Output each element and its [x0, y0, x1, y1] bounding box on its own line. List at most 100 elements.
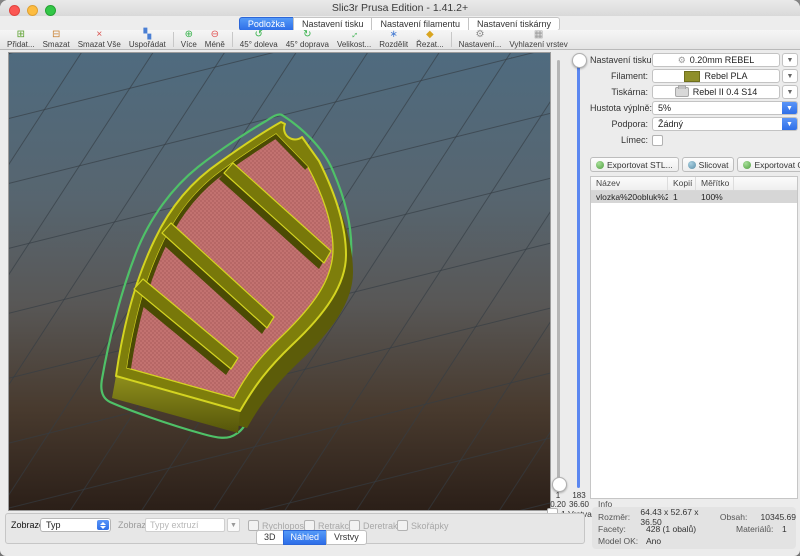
brim-checkbox[interactable]	[652, 135, 663, 146]
support-label: Podpora:	[590, 119, 648, 129]
print-profile-icon: ⚙	[678, 56, 686, 65]
layer-slider-min-track[interactable]	[557, 60, 560, 488]
fewer-copies-icon: ⊖	[211, 30, 219, 39]
filament-value: Rebel PLA	[704, 71, 747, 81]
filament-color-swatch	[684, 71, 700, 82]
facets-value: 428 (1 obalů)	[646, 524, 736, 534]
mode-tab-3d[interactable]: 3D	[256, 530, 284, 545]
brim-label: Límec:	[590, 135, 648, 145]
app-window: Slic3r Prusa Edition - 1.41.2+ Podložka …	[0, 0, 800, 556]
materials-value: 1	[782, 524, 796, 534]
layer-slider-max-track[interactable]	[577, 60, 580, 488]
view-mode-select[interactable]: Typ	[40, 518, 111, 532]
printer-select[interactable]: Rebel II 0.4 S14	[652, 85, 780, 99]
fewer-copies-button[interactable]: ⊖ Méně	[201, 30, 229, 49]
scale-button[interactable]: ↔ Velikost...	[333, 30, 375, 49]
rotate-right-45-button[interactable]: ↻ 45° doprava	[282, 30, 333, 49]
export-gcode-icon	[743, 161, 751, 169]
chevron-down-icon[interactable]: ▼	[782, 118, 797, 130]
toolbar: ⊞ Přidat... ⊟ Smazat × Smazat Vše ▚ Uspo…	[0, 30, 800, 50]
layer-slider-min-thumb[interactable]	[552, 477, 567, 492]
infill-label: Hustota výplně:	[590, 103, 648, 113]
delete-all-button[interactable]: × Smazat Vše	[74, 30, 125, 49]
volume-value: 10345.69	[761, 512, 796, 522]
slice-button[interactable]: Slicovat	[682, 157, 735, 172]
cut-button[interactable]: ◆ Řezat...	[412, 30, 448, 49]
print-settings-value: 0.20mm REBEL	[690, 55, 755, 65]
settings-panel: Nastavení tisku: ⚙ 0.20mm REBEL ▼ Filame…	[590, 50, 798, 556]
more-copies-button[interactable]: ⊕ Více	[177, 30, 201, 49]
table-header: Název Kopií Měřítko	[591, 177, 797, 191]
split-button[interactable]: ∗ Rozdělit	[375, 30, 412, 49]
extrusion-type-combo[interactable]: Typy extruzí	[145, 518, 225, 532]
materials-label: Materiálů:	[736, 524, 782, 534]
chevron-down-icon: ▼	[787, 73, 794, 80]
sliced-model-preview	[9, 53, 550, 510]
infill-value: 5%	[658, 103, 671, 113]
delete-button[interactable]: ⊟ Smazat	[39, 30, 74, 49]
add-button[interactable]: ⊞ Přidat...	[3, 30, 39, 49]
split-icon: ∗	[389, 30, 397, 39]
layer-slider-max-thumb[interactable]	[572, 53, 587, 68]
toolbar-separator	[173, 32, 174, 47]
column-header-scale[interactable]: Měřítko	[696, 177, 734, 190]
tab-plater[interactable]: Podložka	[239, 17, 294, 31]
filament-dropdown-button[interactable]: ▼	[782, 69, 798, 83]
column-header-copies[interactable]: Kopií	[668, 177, 696, 190]
mode-tab-preview[interactable]: Náhled	[283, 530, 328, 545]
view-mode-value: Typ	[46, 520, 61, 530]
chevron-down-icon: ▼	[230, 522, 237, 529]
column-header-name[interactable]: Název	[591, 177, 668, 190]
shells-checkbox[interactable]: Skořápky	[397, 520, 449, 531]
size-label: Rozměr:	[598, 512, 640, 522]
window-title: Slic3r Prusa Edition - 1.41.2+	[0, 2, 800, 14]
3d-viewport[interactable]	[8, 52, 551, 511]
rotate-left-45-button[interactable]: ↺ 45° doleva	[236, 30, 282, 49]
settings-button[interactable]: ⚙ Nastavení...	[455, 30, 506, 49]
object-scale-cell: 100%	[696, 192, 734, 202]
print-settings-dropdown-button[interactable]: ▼	[782, 53, 798, 67]
model-ok-label: Model OK:	[598, 536, 646, 546]
arrange-button[interactable]: ▚ Uspořádat	[125, 30, 170, 49]
print-settings-label: Nastavení tisku:	[590, 55, 648, 65]
view-mode-segmented-control: 3D Náhled Vrstvy	[257, 530, 367, 545]
filament-label: Filament:	[590, 71, 648, 81]
titlebar: Slic3r Prusa Edition - 1.41.2+	[0, 0, 800, 16]
volume-label: Obsah:	[720, 512, 761, 522]
printer-dropdown-button[interactable]: ▼	[782, 85, 798, 99]
support-value: Žádný	[658, 119, 683, 129]
cut-icon: ◆	[426, 30, 434, 39]
extrusion-type-placeholder: Typy extruzí	[150, 520, 199, 530]
chevron-down-icon: ▼	[787, 89, 794, 96]
layer-max-index: 183	[566, 491, 592, 500]
print-settings-select[interactable]: ⚙ 0.20mm REBEL	[652, 53, 780, 67]
rotate-right-icon: ↻	[303, 30, 311, 39]
support-select[interactable]: Žádný ▼	[652, 117, 798, 131]
infill-select[interactable]: 5% ▼	[652, 101, 798, 115]
export-gcode-button[interactable]: Exportovat G-kód...	[737, 157, 800, 172]
layer-smoothing-button[interactable]: ▦ Vyhlazení vrstev	[505, 30, 571, 49]
printer-icon	[675, 87, 689, 97]
rotate-left-icon: ↺	[255, 30, 263, 39]
toolbar-separator	[451, 32, 452, 47]
facets-label: Facety:	[598, 524, 646, 534]
model-info-box: Rozměr: 64.43 x 52.67 x 36.50 Obsah: 103…	[592, 507, 796, 549]
settings-icon: ⚙	[476, 30, 485, 39]
mode-tab-layers[interactable]: Vrstvy	[326, 530, 367, 545]
delete-object-icon: ⊟	[52, 30, 60, 39]
model-ok-value: Ano	[646, 536, 736, 546]
chevron-down-icon[interactable]: ▼	[782, 102, 797, 114]
checkbox-box[interactable]	[397, 520, 408, 531]
more-copies-icon: ⊕	[185, 30, 193, 39]
extrusion-type-dropdown-button[interactable]: ▼	[227, 518, 240, 532]
tab-filament-settings[interactable]: Nastavení filamentu	[371, 17, 469, 31]
export-stl-button[interactable]: Exportovat STL...	[590, 157, 679, 172]
export-stl-icon	[596, 161, 604, 169]
filament-select[interactable]: Rebel PLA	[652, 69, 780, 83]
stepper-arrows-icon[interactable]	[97, 520, 109, 530]
preview-controls-bar: Zobrazení Typ Zobrazit Typy extruzí ▼ Ry…	[5, 513, 585, 544]
add-object-icon: ⊞	[17, 30, 25, 39]
printer-label: Tiskárna:	[590, 87, 648, 97]
table-row[interactable]: vlozka%20obluk%204.stl 1 100%	[591, 191, 797, 203]
printer-value: Rebel II 0.4 S14	[693, 87, 758, 97]
